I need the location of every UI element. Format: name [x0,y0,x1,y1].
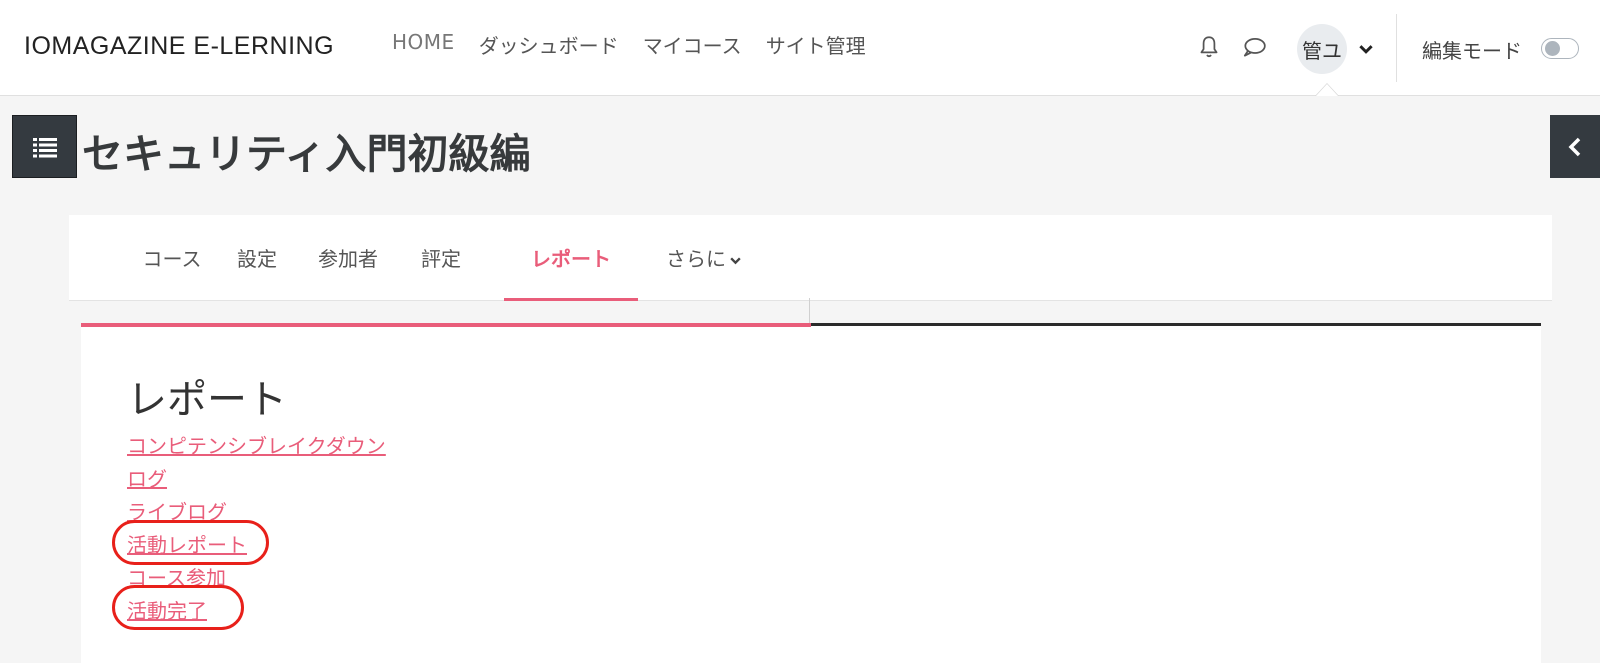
navbar-divider [1396,14,1397,82]
nav-site-admin[interactable]: サイト管理 [766,30,866,59]
report-link-activity-report[interactable]: 活動レポート [127,529,386,562]
nav-home[interactable]: HOME [392,30,455,59]
nav-dashboard[interactable]: ダッシュボード [479,30,619,59]
message-icon[interactable] [1241,34,1267,60]
secondary-navigation: コース 設定 参加者 評定 レポート さらに [69,215,1552,301]
tab-reports[interactable]: レポート [504,243,638,301]
chevron-down-icon[interactable] [1357,40,1375,58]
chevron-down-icon [730,257,741,265]
reports-heading: レポート [127,377,287,423]
top-navbar: IOMAGAZINE E-LERNING HOME ダッシュボード マイコース … [0,0,1600,96]
block-drawer-toggle[interactable] [1550,115,1600,178]
list-icon [32,137,57,157]
chevron-left-icon [1568,137,1581,156]
page-title: セキュリティ入門初級編 [82,130,531,178]
report-link-logs[interactable]: ログ [127,463,386,496]
nav-my-courses[interactable]: マイコース [643,30,742,59]
main-content: レポート コンピテンシブレイクダウン ログ ライブログ 活動レポート コース参加… [81,298,1541,663]
tab-settings[interactable]: 設定 [231,243,283,301]
user-menu-pointer [1315,83,1339,96]
report-link-live-logs[interactable]: ライブログ [127,496,386,529]
bell-icon[interactable] [1196,34,1222,60]
tab-course[interactable]: コース [127,243,217,301]
primary-navigation: HOME ダッシュボード マイコース サイト管理 [392,30,866,59]
tab-participants[interactable]: 参加者 [313,243,383,301]
edit-mode-label: 編集モード [1422,39,1522,63]
report-link-competency-breakdown[interactable]: コンピテンシブレイクダウン [127,430,386,463]
site-brand[interactable]: IOMAGAZINE E-LERNING [24,32,334,61]
report-link-activity-completion[interactable]: 活動完了 [127,595,386,628]
user-avatar[interactable]: 管ユ [1297,24,1347,74]
content-dark-bar [811,323,1541,326]
report-link-course-participation[interactable]: コース参加 [127,562,386,595]
tab-grades[interactable]: 評定 [415,243,467,301]
content-accent-bar [81,323,811,327]
course-index-toggle[interactable] [12,115,77,178]
tab-more[interactable]: さらに [659,243,749,301]
edit-mode-toggle[interactable] [1541,38,1579,59]
report-list: コンピテンシブレイクダウン ログ ライブログ 活動レポート コース参加 活動完了 [127,430,386,628]
separator-tick [809,298,810,323]
tab-more-label: さらに [666,247,726,271]
toggle-knob [1545,41,1560,56]
